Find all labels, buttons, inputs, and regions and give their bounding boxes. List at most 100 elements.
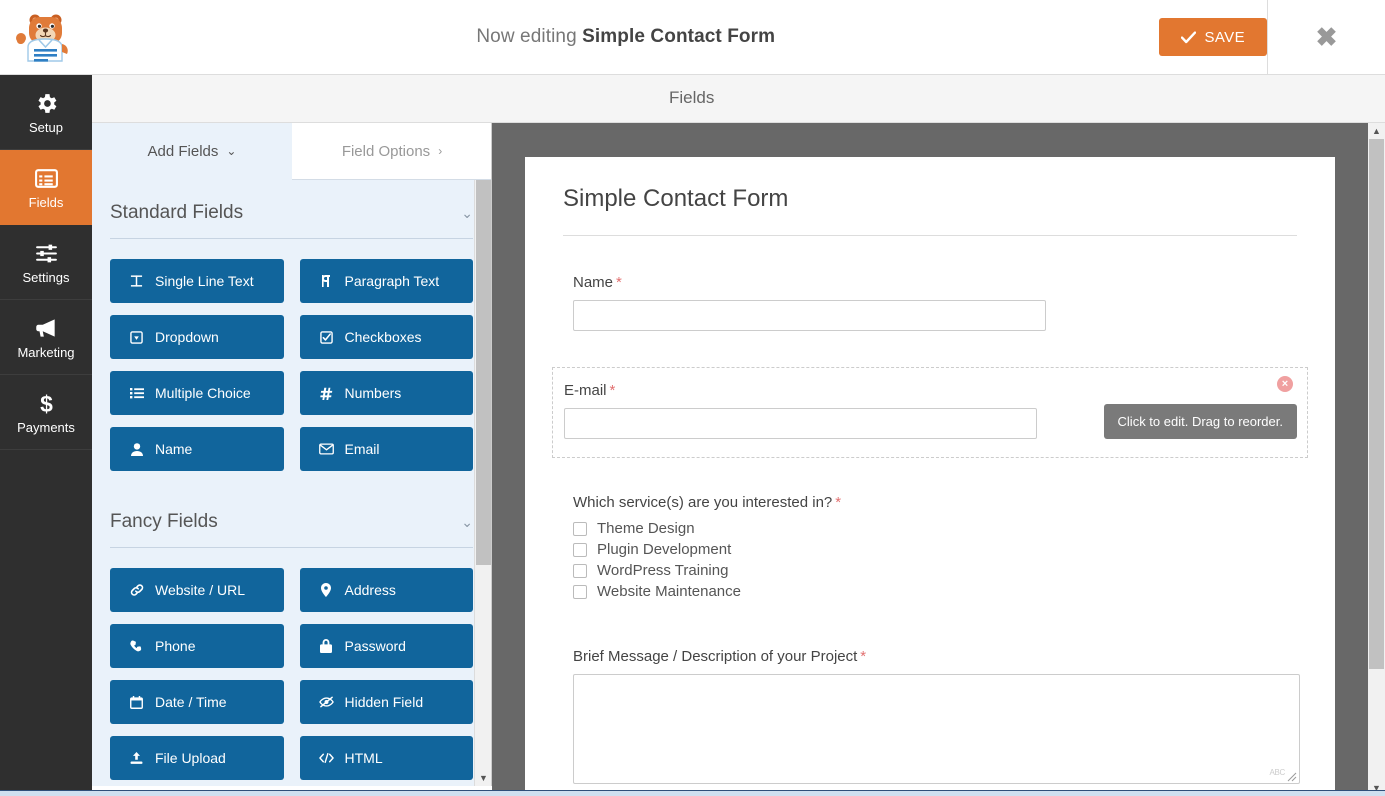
- field-button-file-upload[interactable]: File Upload: [110, 736, 284, 780]
- chevron-down-icon: ⌄: [461, 204, 473, 221]
- field-button-label: File Upload: [155, 750, 226, 766]
- field-button-label: Date / Time: [155, 694, 227, 710]
- field-button-single-line-text[interactable]: Single Line Text: [110, 259, 284, 303]
- field-button-address[interactable]: Address: [299, 568, 473, 612]
- checkbox-label: Website Maintenance: [597, 583, 741, 600]
- group-header-fancy-fields[interactable]: Fancy Fields ⌄: [110, 489, 473, 548]
- list-ul-icon: [128, 387, 145, 399]
- field-button-website-url[interactable]: Website / URL: [110, 568, 284, 612]
- editing-title: Now editing Simple Contact Form: [92, 26, 1159, 48]
- field-label-text: Which service(s) are you interested in?: [573, 494, 833, 511]
- group-title: Standard Fields: [110, 202, 244, 223]
- field-button-multiple-choice[interactable]: Multiple Choice: [110, 371, 284, 415]
- checkbox-label: Plugin Development: [597, 541, 732, 558]
- delete-field-icon[interactable]: ×: [1277, 376, 1293, 392]
- field-button-dropdown[interactable]: Dropdown: [110, 315, 284, 359]
- left-panel-scrollbar-thumb[interactable]: [476, 180, 491, 565]
- field-button-numbers[interactable]: Numbers: [299, 371, 473, 415]
- spellcheck-icon: ABC: [1269, 768, 1285, 777]
- field-hover-tooltip: Click to edit. Drag to reorder.: [1103, 404, 1297, 439]
- group-header-standard-fields[interactable]: Standard Fields ⌄: [110, 180, 473, 239]
- sidebar-item-setup[interactable]: Setup: [0, 75, 92, 150]
- field-button-html[interactable]: HTML: [299, 736, 473, 780]
- field-label-text: Name: [573, 274, 614, 291]
- sidebar-item-label: Fields: [28, 195, 64, 210]
- checkbox-option[interactable]: Website Maintenance: [573, 583, 1287, 600]
- checkbox-label: Theme Design: [597, 520, 695, 537]
- user-icon: [128, 442, 145, 456]
- close-button[interactable]: ✖: [1267, 0, 1385, 75]
- preview-scrollbar[interactable]: ▲ ▼: [1368, 123, 1385, 796]
- form-builder-app: Now editing Simple Contact Form SAVE ✖ S…: [0, 0, 1385, 796]
- sidebar-item-marketing[interactable]: Marketing: [0, 300, 92, 375]
- preview-scrollbar-thumb[interactable]: [1369, 139, 1384, 669]
- phone-icon: [128, 640, 145, 653]
- gear-icon: [34, 90, 59, 116]
- save-area: SAVE: [1159, 0, 1267, 75]
- field-button-date-time[interactable]: Date / Time: [110, 680, 284, 724]
- field-button-password[interactable]: Password: [299, 624, 473, 668]
- tab-add-fields[interactable]: Add Fields ⌄: [92, 123, 292, 180]
- chevron-right-icon: ›: [438, 144, 443, 158]
- checkbox-icon[interactable]: [573, 563, 587, 578]
- save-button[interactable]: SAVE: [1159, 18, 1267, 56]
- field-button-phone[interactable]: Phone: [110, 624, 284, 668]
- field-button-name[interactable]: Name: [110, 427, 284, 471]
- preview-field-name[interactable]: Name *: [563, 266, 1297, 339]
- field-button-label: Name: [155, 441, 193, 457]
- sidebar-item-fields[interactable]: Fields: [0, 150, 92, 225]
- checkbox-option[interactable]: WordPress Training: [573, 562, 1287, 579]
- resize-handle-icon: [1287, 772, 1297, 782]
- message-textarea[interactable]: ABC: [573, 674, 1300, 784]
- standard-fields-grid: Single Line Text Paragraph Text Dropdown…: [110, 259, 473, 471]
- list-icon: [34, 165, 59, 191]
- svg-text:$: $: [40, 391, 53, 416]
- field-button-label: Multiple Choice: [155, 385, 251, 401]
- add-fields-panel: Add Fields ⌄ Field Options › Standard Fi…: [92, 123, 492, 786]
- scroll-down-arrow-icon[interactable]: ▼: [476, 770, 491, 786]
- checkbox-icon[interactable]: [573, 584, 587, 599]
- builder-sidebar: Setup Fields Settings Marketing $ Paymen…: [0, 75, 92, 796]
- left-panel-scrollbar[interactable]: ▼: [474, 180, 491, 786]
- field-button-label: Hidden Field: [344, 694, 424, 710]
- field-button-checkboxes[interactable]: Checkboxes: [299, 315, 473, 359]
- tab-add-fields-label: Add Fields: [147, 142, 219, 160]
- email-input[interactable]: [564, 408, 1037, 439]
- field-label-text: E-mail: [564, 382, 607, 399]
- hashtag-icon: [318, 387, 335, 400]
- field-label: Name *: [573, 274, 1287, 291]
- name-input[interactable]: [573, 300, 1046, 331]
- form-name: Simple Contact Form: [582, 26, 776, 47]
- check-square-icon: [318, 330, 335, 344]
- dollar-icon: $: [34, 390, 59, 416]
- checkbox-option[interactable]: Theme Design: [573, 520, 1287, 537]
- field-button-hidden-field[interactable]: Hidden Field: [299, 680, 473, 724]
- chevron-down-icon: ⌄: [226, 144, 237, 158]
- close-icon: ✖: [1315, 22, 1338, 52]
- sidebar-item-settings[interactable]: Settings: [0, 225, 92, 300]
- scroll-up-arrow-icon[interactable]: ▲: [1369, 123, 1384, 139]
- field-button-label: Dropdown: [155, 329, 219, 345]
- preview-field-message[interactable]: Brief Message / Description of your Proj…: [563, 640, 1300, 792]
- field-button-email[interactable]: Email: [299, 427, 473, 471]
- sidebar-item-label: Marketing: [17, 345, 75, 360]
- field-button-label: HTML: [344, 750, 383, 766]
- checkbox-icon[interactable]: [573, 542, 587, 557]
- tab-field-options[interactable]: Field Options ›: [292, 123, 491, 180]
- code-icon: [318, 752, 335, 764]
- eye-slash-icon: [318, 696, 335, 708]
- preview-field-email[interactable]: × E-mail * Click to edit. Drag to reorder…: [552, 367, 1308, 458]
- preview-field-services[interactable]: Which service(s) are you interested in? *…: [563, 486, 1297, 612]
- checkbox-option[interactable]: Plugin Development: [573, 541, 1287, 558]
- upload-icon: [128, 751, 145, 765]
- field-button-paragraph-text[interactable]: Paragraph Text: [299, 259, 473, 303]
- caret-square-down-icon: [128, 330, 145, 344]
- checkbox-icon[interactable]: [573, 521, 587, 536]
- form-preview-card: Simple Contact Form Name * × E-mail * Clic…: [525, 157, 1335, 796]
- check-icon: [1181, 30, 1197, 43]
- text-cursor-icon: [128, 274, 145, 288]
- sidebar-item-payments[interactable]: $ Payments: [0, 375, 92, 450]
- field-button-label: Address: [344, 582, 396, 598]
- editing-prefix: Now editing: [476, 26, 577, 47]
- required-mark: *: [860, 648, 867, 665]
